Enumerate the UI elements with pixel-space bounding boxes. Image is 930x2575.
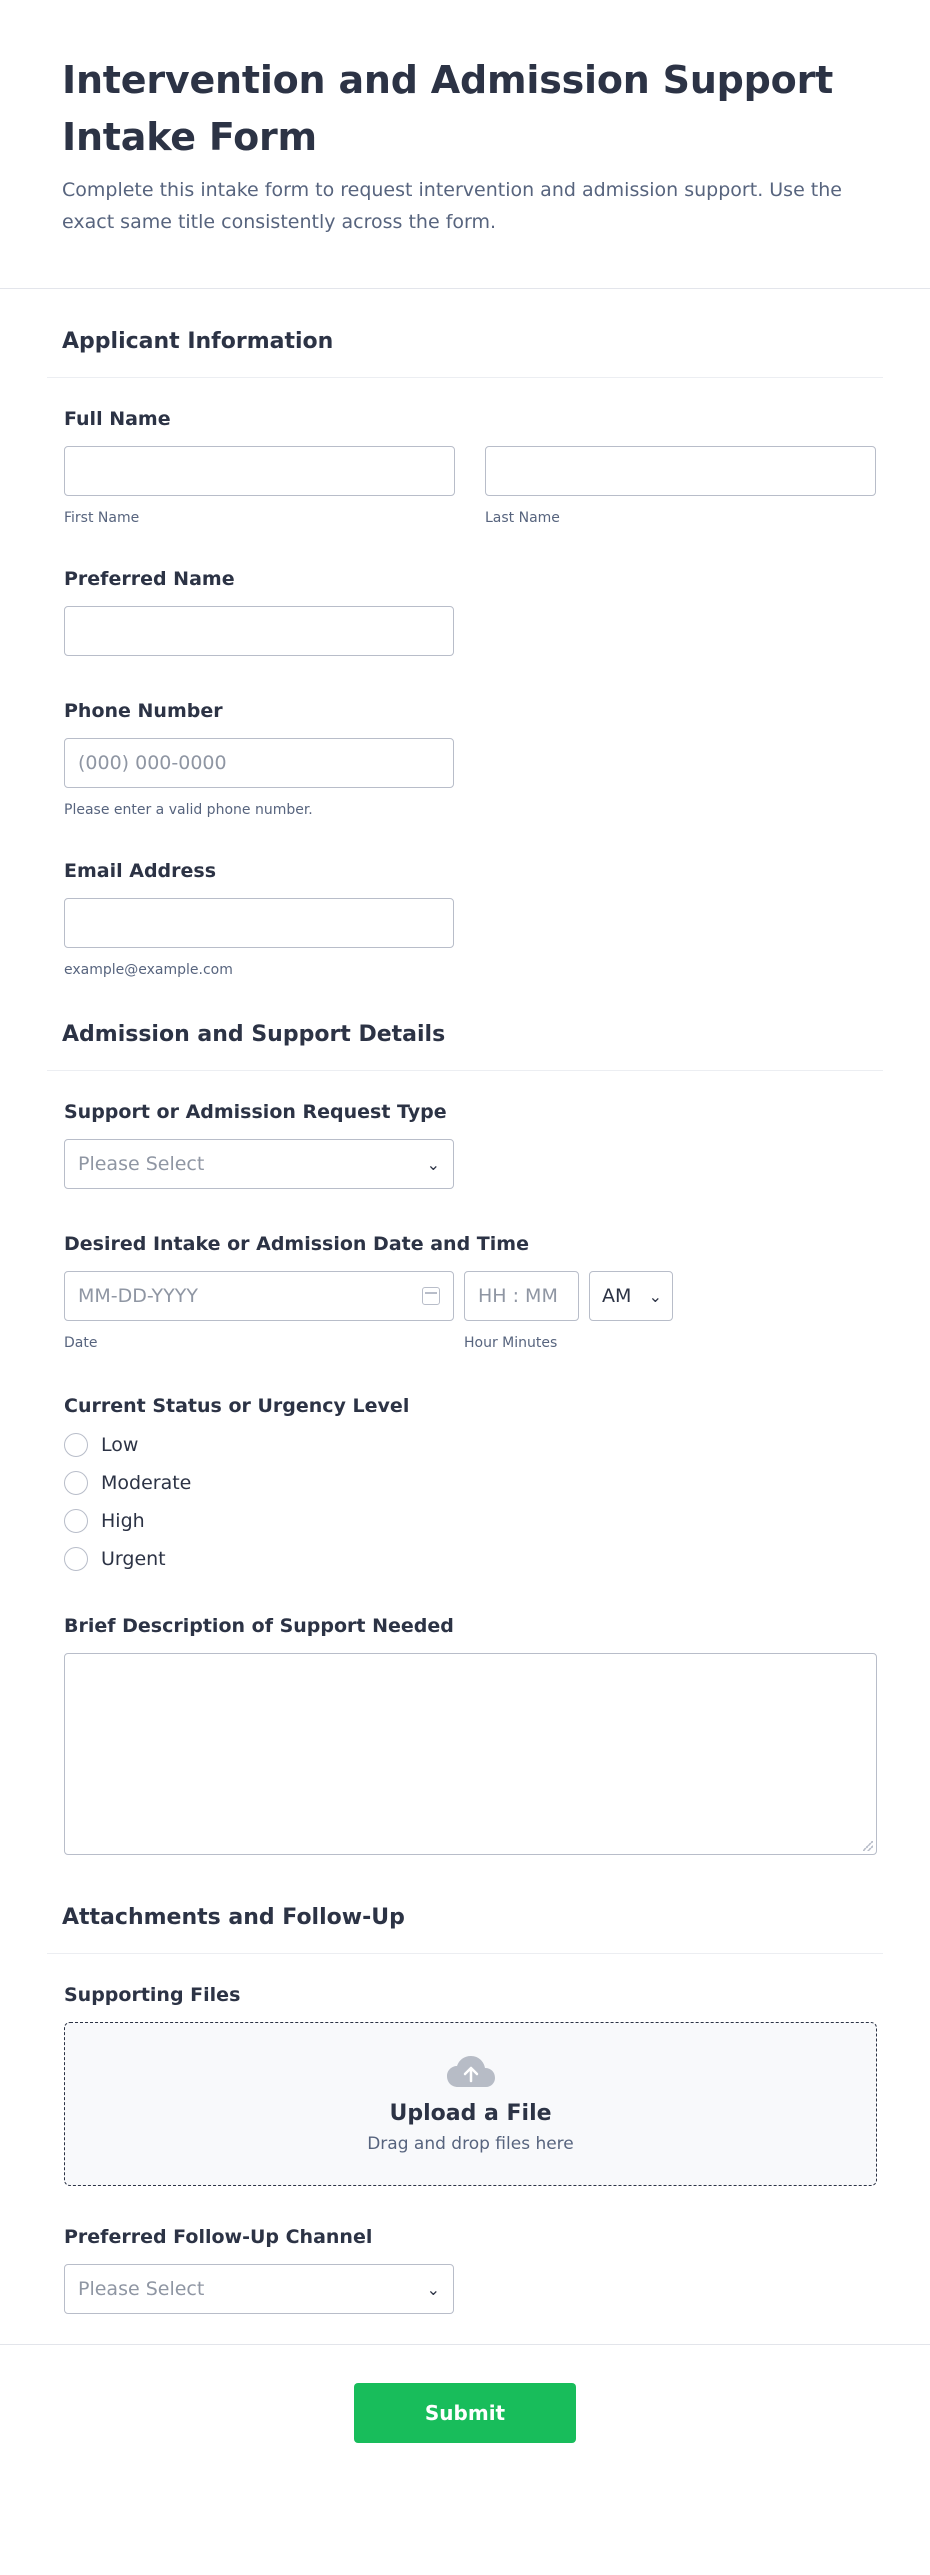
phone-input[interactable]: (000) 000-0000 (64, 738, 454, 788)
urgency-option-urgent[interactable]: Urgent (64, 1547, 866, 1571)
form-header: Intervention and Admission Support Intak… (0, 0, 930, 289)
upload-subtitle: Drag and drop files here (367, 2133, 574, 2154)
file-upload-dropzone[interactable]: Upload a File Drag and drop files here (64, 2022, 877, 2186)
radio-button[interactable] (64, 1509, 88, 1533)
radio-label: High (101, 1510, 145, 1532)
time-input[interactable]: HH : MM (464, 1271, 579, 1321)
request-type-select[interactable]: Please Select ⌄ (64, 1139, 454, 1189)
request-type-placeholder: Please Select (78, 1153, 205, 1175)
form-footer: Submit (0, 2344, 930, 2443)
radio-button[interactable] (64, 1433, 88, 1457)
request-type-label: Support or Admission Request Type (64, 1101, 447, 1123)
files-field: Supporting Files Upload a File Drag and … (47, 1984, 883, 2186)
files-label: Supporting Files (64, 1984, 241, 2006)
followup-select[interactable]: Please Select ⌄ (64, 2264, 454, 2314)
page-title: Intervention and Admission Support Intak… (62, 58, 834, 159)
email-sublabel: example@example.com (64, 962, 233, 978)
urgency-option-moderate[interactable]: Moderate (64, 1471, 866, 1495)
phone-sublabel: Please enter a valid phone number. (64, 802, 313, 818)
ampm-value: AM (602, 1285, 632, 1307)
urgency-option-low[interactable]: Low (64, 1433, 866, 1457)
ampm-select[interactable]: AM ⌄ (589, 1271, 673, 1321)
preferred-name-label: Preferred Name (64, 568, 235, 590)
time-sublabel: Hour Minutes (464, 1335, 558, 1351)
resize-handle-icon[interactable] (863, 1841, 873, 1851)
followup-placeholder: Please Select (78, 2278, 205, 2300)
time-placeholder: HH : MM (478, 1285, 558, 1307)
request-type-field: Support or Admission Request Type Please… (47, 1101, 883, 1189)
radio-label: Moderate (101, 1472, 192, 1494)
last-name-sublabel: Last Name (485, 510, 560, 526)
datetime-label: Desired Intake or Admission Date and Tim… (64, 1233, 529, 1255)
email-label: Email Address (64, 860, 217, 882)
section-title: Admission and Support Details (62, 1022, 446, 1047)
full-name-label: Full Name (64, 408, 171, 430)
calendar-icon[interactable] (422, 1287, 440, 1305)
phone-label: Phone Number (64, 700, 223, 722)
followup-field: Preferred Follow-Up Channel Please Selec… (47, 2226, 883, 2314)
preferred-name-field: Preferred Name (47, 568, 883, 656)
full-name-field: Full Name First Name Last Name (47, 408, 883, 526)
chevron-down-icon: ⌄ (426, 1154, 440, 1174)
phone-placeholder: (000) 000-0000 (78, 752, 227, 774)
followup-label: Preferred Follow-Up Channel (64, 2226, 373, 2248)
chevron-down-icon: ⌄ (426, 2279, 440, 2299)
urgency-options: Low Moderate High Urgent (64, 1433, 866, 1571)
form-body: Applicant Information Full Name First Na… (0, 289, 930, 2314)
section-attachments: Attachments and Follow-Up (47, 1855, 883, 1954)
section-title: Applicant Information (62, 329, 334, 354)
chevron-down-icon: ⌄ (648, 1286, 662, 1306)
email-field: Email Address example@example.com (47, 860, 883, 978)
submit-button[interactable]: Submit (354, 2383, 576, 2443)
urgency-label: Current Status or Urgency Level (64, 1395, 410, 1417)
upload-title: Upload a File (389, 2100, 552, 2126)
datetime-field: Desired Intake or Admission Date and Tim… (47, 1233, 883, 1351)
description-textarea[interactable] (64, 1653, 877, 1855)
first-name-input[interactable] (64, 446, 455, 496)
date-placeholder: MM-DD-YYYY (78, 1285, 198, 1307)
radio-button[interactable] (64, 1471, 88, 1495)
last-name-input[interactable] (485, 446, 876, 496)
description-field: Brief Description of Support Needed (47, 1615, 883, 1855)
radio-label: Urgent (101, 1548, 166, 1570)
form-description: Complete this intake form to request int… (62, 179, 842, 233)
email-input[interactable] (64, 898, 454, 948)
date-input[interactable]: MM-DD-YYYY (64, 1271, 454, 1321)
radio-button[interactable] (64, 1547, 88, 1571)
urgency-field: Current Status or Urgency Level Low Mode… (47, 1395, 883, 1571)
first-name-sublabel: First Name (64, 510, 140, 526)
section-applicant: Applicant Information (47, 289, 883, 378)
phone-field: Phone Number (000) 000-0000 Please enter… (47, 700, 883, 818)
cloud-upload-icon (446, 2055, 495, 2087)
date-sublabel: Date (64, 1335, 98, 1351)
section-title: Attachments and Follow-Up (62, 1905, 405, 1930)
radio-label: Low (101, 1434, 139, 1456)
preferred-name-input[interactable] (64, 606, 454, 656)
urgency-option-high[interactable]: High (64, 1509, 866, 1533)
description-label: Brief Description of Support Needed (64, 1615, 454, 1637)
section-admission: Admission and Support Details (47, 978, 883, 1071)
